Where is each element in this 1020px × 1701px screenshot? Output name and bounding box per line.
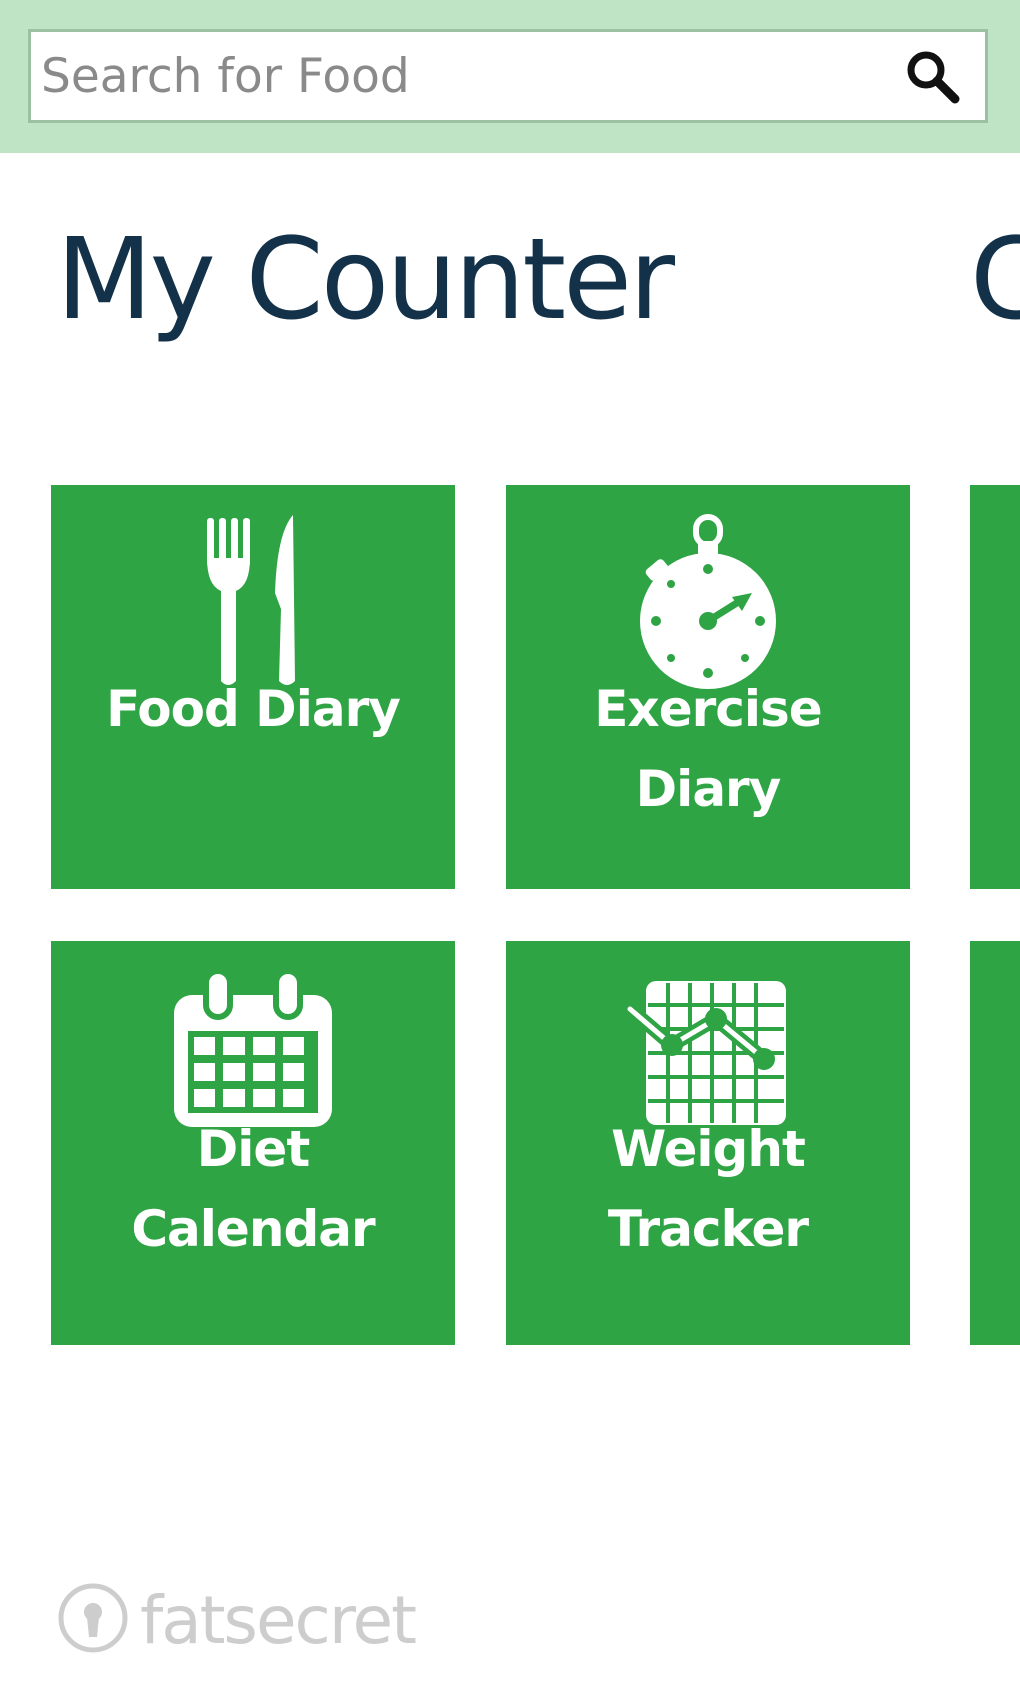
next-panorama-title[interactable]: C — [970, 221, 1020, 340]
tile-food-diary[interactable]: Food Diary — [51, 485, 455, 889]
brand-name: fatsecret — [140, 1581, 417, 1659]
search-bar — [0, 0, 1020, 153]
tile-diet-calendar-label-line1: Diet Calendar — [131, 1120, 375, 1258]
tile-exercise-diary-label: Exercise Diary — [594, 680, 822, 818]
search-input[interactable] — [31, 32, 891, 120]
tile-diet-calendar[interactable]: Diet Calendar — [51, 941, 455, 1345]
fork-knife-icon — [51, 513, 455, 693]
page-title: My Counter — [56, 215, 675, 345]
tile-offscreen-top[interactable] — [970, 485, 1020, 889]
stopwatch-icon — [506, 511, 910, 691]
tile-food-diary-label: Food Diary — [106, 680, 401, 738]
tile-weight-tracker[interactable]: Weight Tracker — [506, 941, 910, 1345]
brand-logo: fatsecret — [56, 1580, 417, 1660]
tile-weight-tracker-label: Weight Tracker — [506, 1109, 910, 1269]
tile-diet-calendar-label: Diet Calendar — [51, 1109, 455, 1269]
tile-weight-tracker-label-line1: Weight Tracker — [607, 1120, 809, 1258]
tile-exercise-diary[interactable]: Exercise Diary — [506, 485, 910, 889]
fatsecret-logo-icon — [56, 1581, 130, 1659]
search-box — [28, 29, 988, 123]
search-icon[interactable] — [901, 45, 965, 109]
tile-offscreen-bottom[interactable] — [970, 941, 1020, 1345]
weight-chart-icon — [506, 975, 910, 1131]
